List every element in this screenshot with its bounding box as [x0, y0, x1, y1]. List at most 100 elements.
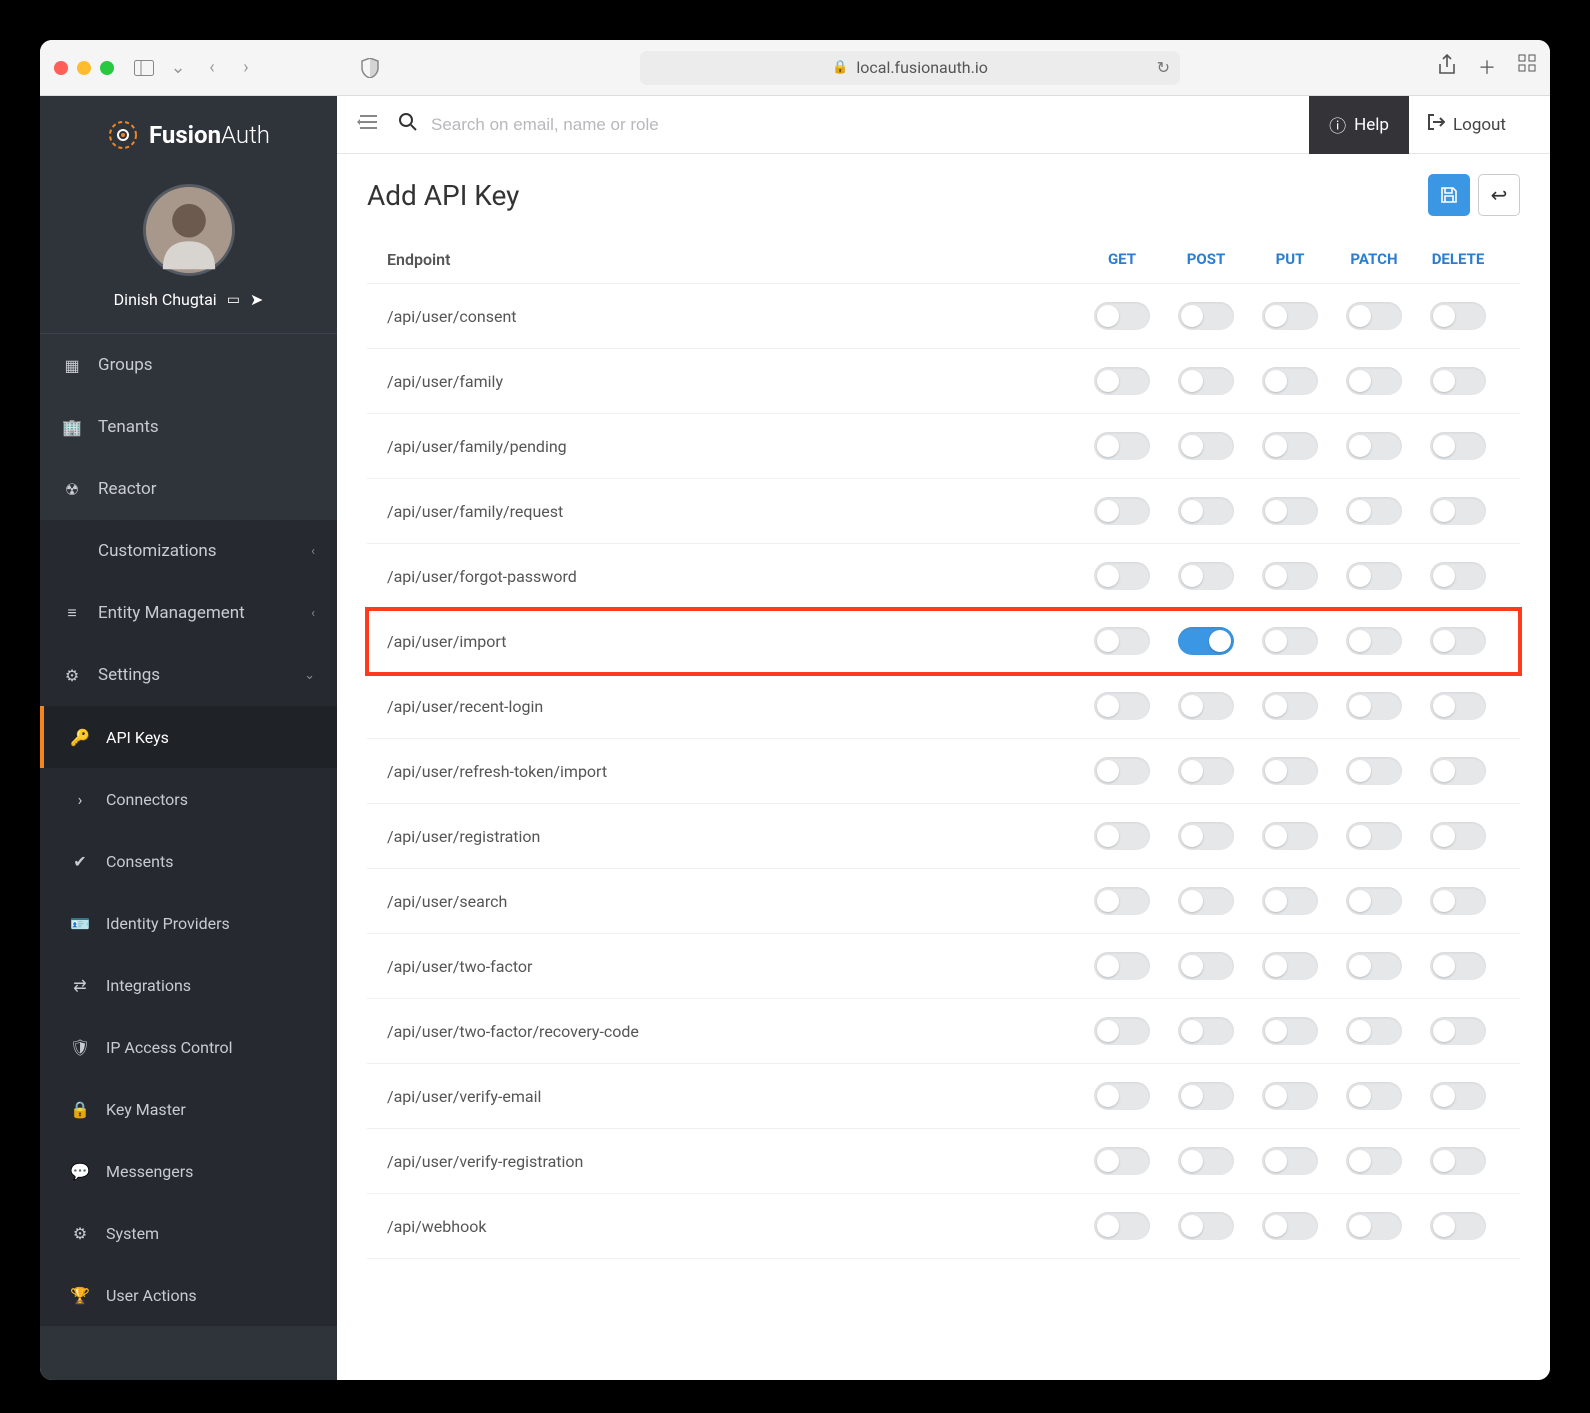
toggle-delete[interactable]: [1430, 757, 1486, 785]
sidebar-item-reactor[interactable]: ☢Reactor: [40, 458, 337, 520]
toggle-post[interactable]: [1178, 432, 1234, 460]
sidebar-item-groups[interactable]: ▦Groups: [40, 334, 337, 396]
reload-icon[interactable]: ↻: [1157, 58, 1170, 77]
toggle-delete[interactable]: [1430, 497, 1486, 525]
toggle-put[interactable]: [1262, 757, 1318, 785]
toggle-patch[interactable]: [1346, 627, 1402, 655]
toggle-get[interactable]: [1094, 692, 1150, 720]
toggle-put[interactable]: [1262, 1212, 1318, 1240]
share-icon[interactable]: [1438, 54, 1456, 81]
toggle-get[interactable]: [1094, 562, 1150, 590]
toggle-patch[interactable]: [1346, 1017, 1402, 1045]
sidebar-item-system[interactable]: ⚙System: [40, 1202, 337, 1264]
sidebar-item-ip-access-control[interactable]: 🛡IP Access Control: [40, 1016, 337, 1078]
toggle-delete[interactable]: [1430, 562, 1486, 590]
toggle-delete[interactable]: [1430, 432, 1486, 460]
toggle-get[interactable]: [1094, 1017, 1150, 1045]
toggle-patch[interactable]: [1346, 562, 1402, 590]
url-bar[interactable]: 🔒 local.fusionauth.io ↻: [640, 51, 1180, 85]
toggle-put[interactable]: [1262, 952, 1318, 980]
toggle-patch[interactable]: [1346, 302, 1402, 330]
toggle-delete[interactable]: [1430, 1212, 1486, 1240]
privacy-shield-icon[interactable]: [358, 56, 382, 80]
toggle-get[interactable]: [1094, 302, 1150, 330]
vcard-icon[interactable]: ▭: [227, 292, 240, 308]
maximize-window[interactable]: [100, 61, 114, 75]
toggle-delete[interactable]: [1430, 302, 1486, 330]
back-icon[interactable]: ‹: [200, 56, 224, 80]
search-input[interactable]: [431, 115, 1295, 135]
toggle-delete[interactable]: [1430, 1082, 1486, 1110]
toggle-get[interactable]: [1094, 822, 1150, 850]
toggle-put[interactable]: [1262, 367, 1318, 395]
toggle-patch[interactable]: [1346, 1082, 1402, 1110]
toggle-patch[interactable]: [1346, 757, 1402, 785]
toggle-patch[interactable]: [1346, 887, 1402, 915]
toggle-get[interactable]: [1094, 952, 1150, 980]
toggle-get[interactable]: [1094, 432, 1150, 460]
toggle-put[interactable]: [1262, 692, 1318, 720]
toggle-get[interactable]: [1094, 887, 1150, 915]
sidebar-item-tenants[interactable]: 🏢Tenants: [40, 396, 337, 458]
toggle-put[interactable]: [1262, 432, 1318, 460]
toggle-patch[interactable]: [1346, 497, 1402, 525]
toggle-get[interactable]: [1094, 757, 1150, 785]
toggle-patch[interactable]: [1346, 1212, 1402, 1240]
toggle-delete[interactable]: [1430, 1147, 1486, 1175]
toggle-delete[interactable]: [1430, 822, 1486, 850]
tabs-grid-icon[interactable]: [1518, 54, 1536, 81]
toggle-put[interactable]: [1262, 627, 1318, 655]
toggle-patch[interactable]: [1346, 952, 1402, 980]
toggle-post[interactable]: [1178, 822, 1234, 850]
sidebar-item-user-actions[interactable]: 🏆User Actions: [40, 1264, 337, 1326]
toggle-post[interactable]: [1178, 627, 1234, 655]
toggle-post[interactable]: [1178, 1017, 1234, 1045]
toggle-post[interactable]: [1178, 887, 1234, 915]
toggle-post[interactable]: [1178, 497, 1234, 525]
sidebar-toggle-icon[interactable]: [132, 56, 156, 80]
toggle-post[interactable]: [1178, 302, 1234, 330]
toggle-delete[interactable]: [1430, 692, 1486, 720]
toggle-delete[interactable]: [1430, 1017, 1486, 1045]
help-button[interactable]: ⓘ Help: [1309, 96, 1409, 154]
toggle-get[interactable]: [1094, 1082, 1150, 1110]
toggle-post[interactable]: [1178, 757, 1234, 785]
toggle-post[interactable]: [1178, 952, 1234, 980]
toggle-get[interactable]: [1094, 627, 1150, 655]
toggle-delete[interactable]: [1430, 627, 1486, 655]
new-tab-icon[interactable]: ＋: [1478, 54, 1496, 81]
sidebar-item-identity-providers[interactable]: 🪪Identity Providers: [40, 892, 337, 954]
sidebar-group-customizations[interactable]: Customizations‹: [40, 520, 337, 582]
toggle-patch[interactable]: [1346, 1147, 1402, 1175]
toggle-put[interactable]: [1262, 822, 1318, 850]
toggle-post[interactable]: [1178, 367, 1234, 395]
toggle-put[interactable]: [1262, 887, 1318, 915]
sidebar-item-key-master[interactable]: 🔒Key Master: [40, 1078, 337, 1140]
toggle-post[interactable]: [1178, 1147, 1234, 1175]
close-window[interactable]: [54, 61, 68, 75]
sidebar-item-api-keys[interactable]: 🔑API Keys: [40, 706, 337, 768]
forward-icon[interactable]: ›: [234, 56, 258, 80]
location-icon[interactable]: ➤: [250, 290, 263, 309]
toggle-delete[interactable]: [1430, 367, 1486, 395]
toggle-post[interactable]: [1178, 1212, 1234, 1240]
toggle-put[interactable]: [1262, 1082, 1318, 1110]
sidebar-item-connectors[interactable]: ›Connectors: [40, 768, 337, 830]
sidebar-item-messengers[interactable]: 💬Messengers: [40, 1140, 337, 1202]
collapse-sidebar-icon[interactable]: [357, 114, 377, 135]
save-button[interactable]: [1428, 174, 1470, 216]
sidebar-group-settings[interactable]: ⚙Settings⌄: [40, 644, 337, 706]
toggle-patch[interactable]: [1346, 367, 1402, 395]
toggle-delete[interactable]: [1430, 952, 1486, 980]
toggle-put[interactable]: [1262, 1147, 1318, 1175]
toggle-post[interactable]: [1178, 1082, 1234, 1110]
toggle-delete[interactable]: [1430, 887, 1486, 915]
toggle-get[interactable]: [1094, 367, 1150, 395]
sidebar-group-entity-management[interactable]: ≡Entity Management‹: [40, 582, 337, 644]
toggle-patch[interactable]: [1346, 692, 1402, 720]
sidebar-item-consents[interactable]: ✔Consents: [40, 830, 337, 892]
toggle-post[interactable]: [1178, 562, 1234, 590]
toggle-put[interactable]: [1262, 302, 1318, 330]
toggle-get[interactable]: [1094, 497, 1150, 525]
undo-button[interactable]: ↩: [1478, 174, 1520, 216]
